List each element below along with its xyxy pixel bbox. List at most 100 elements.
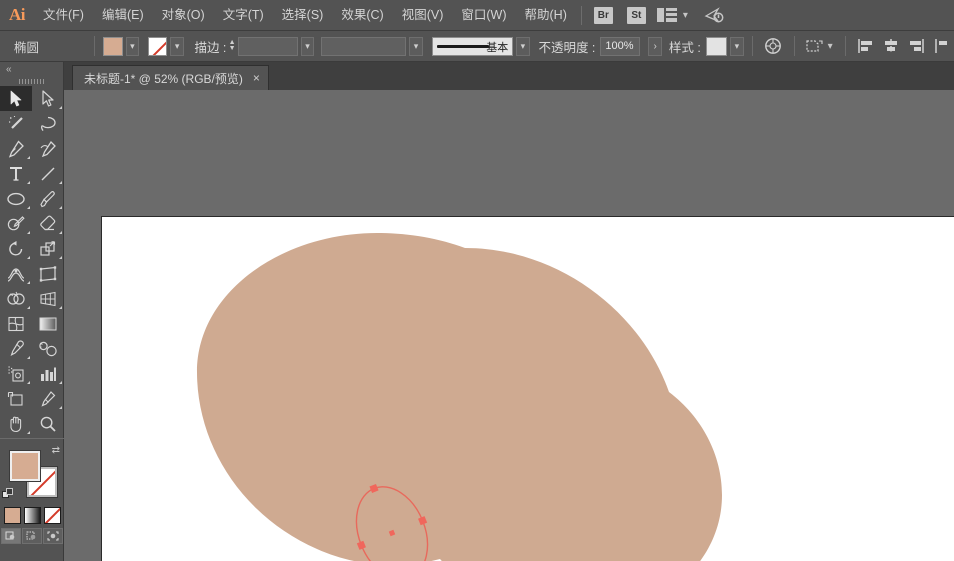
tool-group-corner-icon [27,356,30,359]
stroke-profile-dropdown-arrow[interactable]: ▾ [516,37,529,56]
menu-type[interactable]: 文字(T) [214,0,273,31]
toolbar-collapse-button[interactable]: « [0,62,63,76]
variable-width-profile-input[interactable] [321,37,406,56]
tool-zoom[interactable] [32,411,64,436]
tool-group-corner-icon [27,231,30,234]
variable-width-dropdown-arrow[interactable]: ▾ [409,37,422,56]
tool-mesh[interactable] [0,311,32,336]
close-icon[interactable]: × [253,72,260,84]
menu-file[interactable]: 文件(F) [34,0,93,31]
tool-eraser[interactable] [32,211,64,236]
tool-artboard[interactable] [0,386,32,411]
tool-width[interactable] [0,261,32,286]
none-button[interactable] [44,507,61,524]
stroke-weight-dropdown-arrow[interactable]: ▾ [301,37,314,56]
document-tab[interactable]: 未标题-1* @ 52% (RGB/预览) × [72,65,269,90]
tool-slice[interactable] [32,386,64,411]
recolor-artwork-icon[interactable] [762,35,783,57]
menu-view[interactable]: 视图(V) [393,0,453,31]
default-fill-stroke-icon[interactable] [2,488,13,499]
gradient-button[interactable] [24,507,41,524]
draw-behind-button[interactable] [22,528,42,544]
tool-shaper-pencil[interactable] [0,211,32,236]
fill-stroke-controls: ⇄ [0,443,64,505]
tool-column-graph[interactable] [32,361,64,386]
draw-normal-button[interactable] [1,528,21,544]
tool-ellipse[interactable] [0,186,32,211]
stroke-profile-preview[interactable]: 基本 [432,37,514,56]
tool-group-corner-icon [59,181,62,184]
tool-group-corner-icon [59,106,62,109]
symbol-sprayer-icon [7,365,25,383]
tool-perspective-grid[interactable] [32,286,64,311]
search-adobe-stock-icon [704,7,726,24]
menu-effect[interactable]: 效果(C) [332,0,392,31]
blob-shape[interactable] [197,233,722,561]
menu-help[interactable]: 帮助(H) [516,0,576,31]
stroke-weight-stepper[interactable]: ▲▼ [226,37,237,56]
fill-color-swatch[interactable] [103,37,123,56]
menu-select[interactable]: 选择(S) [273,0,333,31]
stroke-weight-input[interactable] [238,37,298,56]
drawing-mode-buttons [0,528,64,544]
graphic-style-swatch[interactable] [706,37,727,56]
magic-wand-icon [7,115,25,133]
tool-group-corner-icon [59,381,62,384]
artboard[interactable] [101,216,954,561]
tool-group-corner-icon [59,306,62,309]
tool-selection[interactable] [0,86,32,111]
align-center-icon[interactable] [881,35,902,57]
menu-object[interactable]: 对象(O) [153,0,214,31]
tool-blend[interactable] [32,336,64,361]
transform-icon[interactable] [804,35,825,57]
draw-inside-icon [47,531,59,541]
tool-gradient[interactable] [32,311,64,336]
paintbrush-icon [39,190,57,208]
tool-curvature[interactable] [32,136,64,161]
tool-pen[interactable] [0,136,32,161]
align-left-icon[interactable] [855,35,876,57]
graphic-style-dropdown-arrow[interactable]: ▾ [730,37,743,56]
align-top-icon[interactable] [931,35,952,57]
opacity-more-button[interactable]: › [648,37,661,56]
tool-direct-selection[interactable] [32,86,64,111]
tool-eyedropper[interactable] [0,336,32,361]
stock-button[interactable]: St [627,7,646,24]
column-graph-icon [39,365,57,383]
align-right-icon[interactable] [906,35,927,57]
fill-color-indicator[interactable] [10,451,40,481]
workspace-switcher[interactable]: ▾ [657,8,688,22]
line-segment-icon [39,165,57,183]
tool-paintbrush[interactable] [32,186,64,211]
stroke-dropdown-arrow[interactable]: ▾ [170,37,183,56]
bridge-button[interactable]: Br [594,7,613,24]
tool-lasso[interactable] [32,111,64,136]
toolbar-drag-grip[interactable] [0,76,63,86]
workspace-switcher-icon [657,8,677,22]
tool-rotate[interactable] [0,236,32,261]
transform-chevron-down-icon[interactable]: ▾ [828,41,833,52]
menu-edit[interactable]: 编辑(E) [93,0,153,31]
stroke-color-swatch[interactable] [148,37,168,56]
slice-icon [39,390,57,408]
tool-type[interactable] [0,161,32,186]
color-button[interactable] [4,507,21,524]
tool-free-transform[interactable] [32,261,64,286]
canvas-area[interactable] [64,90,954,561]
swap-fill-stroke-icon[interactable]: ⇄ [52,445,60,456]
menu-window[interactable]: 窗口(W) [452,0,515,31]
tool-line-segment[interactable] [32,161,64,186]
opacity-input[interactable] [600,37,640,56]
tool-magic-wand[interactable] [0,111,32,136]
control-divider [752,36,753,56]
tool-scale[interactable] [32,236,64,261]
tool-shape-builder[interactable] [0,286,32,311]
tool-symbol-sprayer[interactable] [0,361,32,386]
search-stock-button[interactable] [704,7,726,24]
draw-inside-button[interactable] [43,528,63,544]
tool-group-corner-icon [59,256,62,259]
fill-dropdown-arrow[interactable]: ▾ [126,37,139,56]
tool-hand[interactable] [0,411,32,436]
gradient-icon [38,316,58,332]
eyedropper-icon [7,340,25,358]
